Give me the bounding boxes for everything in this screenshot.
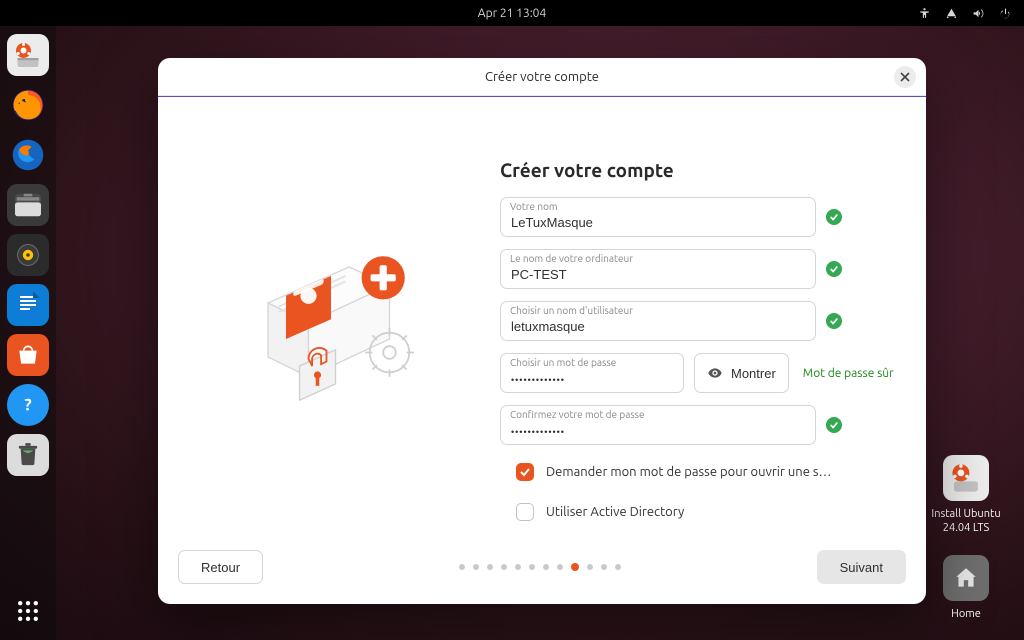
firefox-icon [10, 87, 46, 123]
back-button[interactable]: Retour [178, 550, 263, 584]
step-dot [615, 564, 621, 570]
power-icon [999, 7, 1012, 20]
software-center-icon [15, 342, 41, 368]
check-icon [826, 313, 842, 329]
name-label: Votre nom [510, 201, 558, 212]
close-button[interactable] [894, 66, 916, 88]
desktop-icon-home[interactable]: Home [926, 555, 1006, 621]
titlebar: Créer votre compte [158, 58, 926, 96]
account-illustration [230, 240, 450, 420]
dock-show-apps[interactable] [7, 590, 49, 632]
installer-icon [13, 40, 43, 70]
dock-thunderbird[interactable] [7, 134, 49, 176]
dock-software[interactable] [7, 334, 49, 376]
dock-firefox[interactable] [7, 84, 49, 126]
check-icon [826, 261, 842, 277]
step-dot [515, 564, 521, 570]
step-dot [587, 564, 593, 570]
username-label: Choisir un nom d'utilisateur [510, 305, 633, 316]
check-icon [826, 417, 842, 433]
apps-grid-icon [15, 598, 41, 624]
desktop-icon-installer[interactable]: Install Ubuntu24.04 LTS [926, 455, 1006, 536]
illustration-panel [190, 121, 490, 538]
desktop-icon-label: Home [926, 607, 1006, 621]
active-directory-checkbox[interactable]: Utiliser Active Directory [516, 503, 894, 521]
step-dots [459, 563, 621, 571]
dock-libreoffice-writer[interactable] [7, 284, 49, 326]
step-dot [571, 563, 579, 571]
next-button[interactable]: Suivant [817, 550, 906, 584]
step-dot [459, 564, 465, 570]
svg-text:?: ? [24, 397, 31, 415]
network-icon [945, 7, 958, 20]
home-icon [953, 565, 979, 591]
installer-window: Créer votre compte [158, 58, 926, 604]
dock-trash[interactable] [7, 434, 49, 476]
window-title: Créer votre compte [485, 70, 599, 84]
eye-icon [707, 365, 723, 381]
footer: Retour Suivant [158, 538, 926, 604]
desktop-icon-label: Install Ubuntu24.04 LTS [926, 507, 1006, 536]
writer-icon [16, 291, 40, 319]
check-icon [826, 209, 842, 225]
dock-installer[interactable] [7, 34, 49, 76]
show-password-button[interactable]: Montrer [694, 353, 789, 393]
top-bar: Apr 21 13:04 [0, 0, 1024, 26]
checkbox-icon [516, 503, 534, 521]
checkbox-icon [516, 463, 534, 481]
pcname-label: Le nom de votre ordinateur [510, 253, 633, 264]
accessibility-icon [918, 7, 931, 20]
checkbox-label: Utiliser Active Directory [546, 505, 684, 519]
speaker-icon [15, 242, 41, 268]
dock-help[interactable]: ? [7, 384, 49, 426]
checkbox-label: Demander mon mot de passe pour ouvrir un… [546, 465, 831, 479]
clock: Apr 21 13:04 [478, 7, 546, 20]
password-label: Choisir un mot de passe [510, 357, 616, 368]
password-strength-label: Mot de passe sûr [803, 367, 894, 380]
require-password-checkbox[interactable]: Demander mon mot de passe pour ouvrir un… [516, 463, 894, 481]
help-icon: ? [17, 394, 39, 416]
files-icon [15, 193, 41, 217]
status-area[interactable] [918, 7, 1012, 20]
page-heading: Créer votre compte [500, 159, 894, 181]
confirm-label: Confirmez votre mot de passe [510, 409, 645, 420]
dock-rhythmbox[interactable] [7, 234, 49, 276]
running-indicator-icon [9, 53, 13, 57]
volume-icon [972, 7, 985, 20]
step-dot [543, 564, 549, 570]
step-dot [487, 564, 493, 570]
dock-files[interactable] [7, 184, 49, 226]
close-icon [900, 72, 910, 82]
step-dot [529, 564, 535, 570]
trash-icon [17, 443, 39, 467]
step-dot [557, 564, 563, 570]
step-dot [501, 564, 507, 570]
install-ubuntu-icon [949, 461, 983, 495]
thunderbird-icon [10, 137, 46, 173]
step-dot [473, 564, 479, 570]
step-dot [601, 564, 607, 570]
dock: ? [0, 26, 56, 640]
